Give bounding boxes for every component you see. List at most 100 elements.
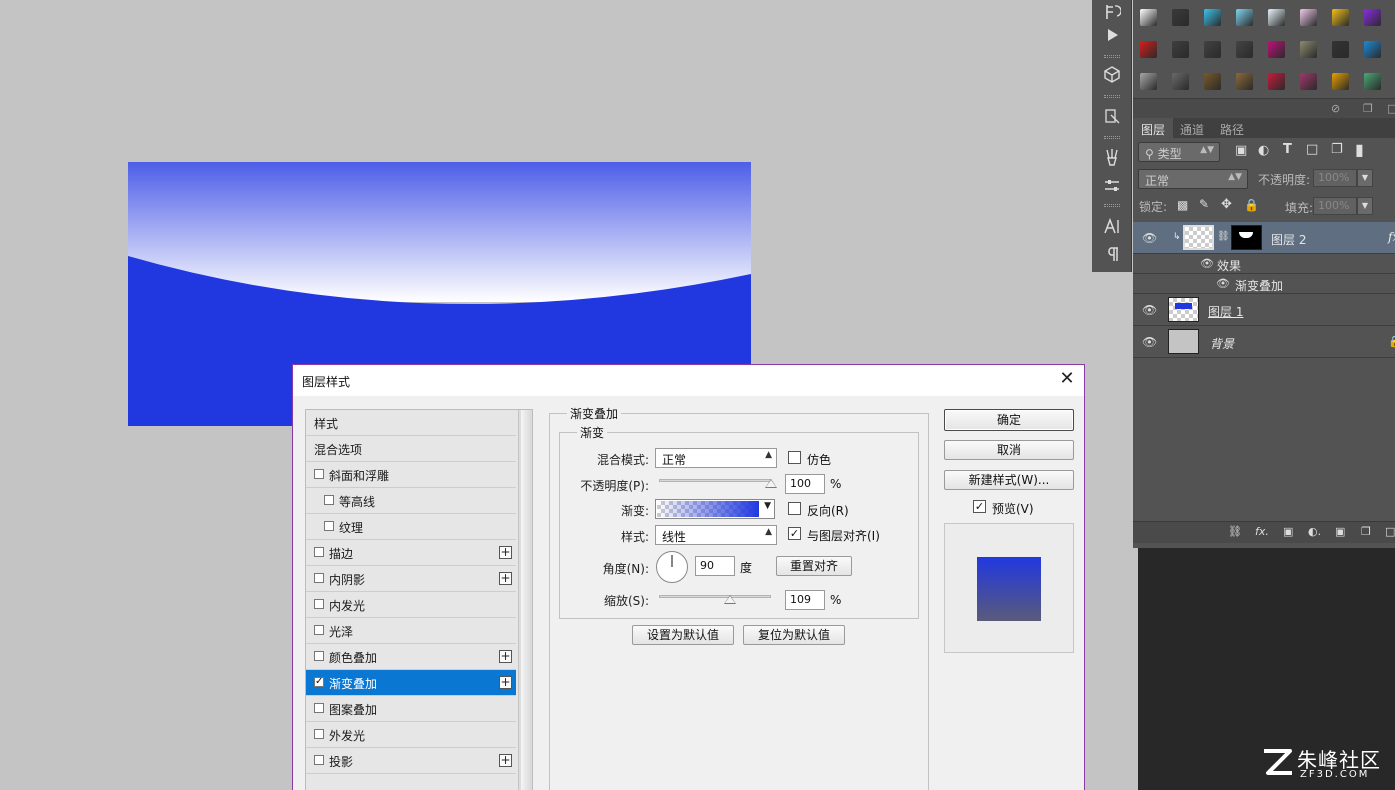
strip-grip[interactable] [1104, 136, 1120, 139]
layer-opacity-field[interactable]: 100% [1313, 169, 1357, 187]
style-swatch[interactable] [1268, 73, 1285, 90]
style-swatch[interactable] [1172, 41, 1189, 58]
visibility-eye-icon[interactable]: 👁 [1142, 303, 1157, 317]
style-checkbox[interactable] [314, 599, 324, 609]
play-action-icon[interactable] [1100, 23, 1124, 47]
style-list-item[interactable]: ✓ 渐变叠加 + [306, 670, 516, 696]
style-list-item[interactable]: 投影 + [306, 748, 516, 774]
tab-channels[interactable]: 通道 [1180, 121, 1204, 138]
reset-alignment-button[interactable]: 重置对齐 [776, 556, 852, 576]
effect-item-label[interactable]: 渐变叠加 [1235, 277, 1283, 294]
3d-icon[interactable] [1100, 62, 1124, 86]
style-list-item[interactable]: 图案叠加 [306, 696, 516, 722]
ok-button[interactable]: 确定 [944, 409, 1074, 431]
layer-fill-field[interactable]: 100% [1313, 197, 1357, 215]
opacity-dropdown-icon[interactable]: ▼ [1357, 169, 1373, 187]
gradient-dropdown-icon[interactable]: ▼ [764, 501, 771, 511]
add-instance-icon[interactable]: + [499, 650, 512, 663]
style-swatch[interactable] [1268, 9, 1285, 26]
scale-input[interactable]: 109 [785, 590, 825, 610]
layer-name[interactable]: 图层 2 [1271, 231, 1306, 248]
delete-style-icon[interactable]: □ [1387, 102, 1395, 115]
tab-layers[interactable]: 图层 [1141, 121, 1165, 138]
style-list-item[interactable]: 样式 [306, 410, 516, 436]
style-checkbox[interactable] [314, 755, 324, 765]
add-instance-icon[interactable]: + [499, 754, 512, 767]
blend-mode-select[interactable]: 正常 ▲ [655, 448, 777, 468]
adjustment-layer-icon[interactable]: ◐. [1308, 525, 1321, 538]
style-list-item[interactable]: 描边 + [306, 540, 516, 566]
layer-effect-item-row[interactable]: 👁 渐变叠加 [1133, 274, 1395, 294]
new-group-icon[interactable]: ▣ [1335, 525, 1345, 538]
style-checkbox[interactable] [314, 547, 324, 557]
style-checkbox[interactable] [314, 625, 324, 635]
effect-eye-icon[interactable]: 👁 [1216, 277, 1230, 290]
strip-grip[interactable] [1104, 55, 1120, 58]
dialog-titlebar[interactable]: 图层样式 ✕ [293, 365, 1084, 396]
layer-thumbnail[interactable] [1183, 225, 1214, 250]
style-swatch[interactable] [1236, 9, 1253, 26]
lock-paint-icon[interactable]: ✎ [1199, 197, 1209, 211]
style-list-scrollbar[interactable] [518, 410, 532, 790]
style-list-item[interactable]: 斜面和浮雕 [306, 462, 516, 488]
reset-to-default-button[interactable]: 复位为默认值 [743, 625, 845, 645]
style-list-item[interactable]: 等高线 [306, 488, 516, 514]
clear-style-icon[interactable]: ⊘ [1331, 102, 1340, 115]
dither-checkbox[interactable] [788, 451, 801, 464]
layer-row-layer2[interactable]: 👁 ↳ ⛓ 图层 2 fx [1133, 222, 1395, 254]
style-swatch[interactable] [1172, 9, 1189, 26]
lock-position-icon[interactable]: ✥ [1221, 197, 1232, 212]
scrollbar-thumb[interactable] [521, 410, 531, 790]
filter-toggle-icon[interactable]: ▮ [1355, 140, 1364, 159]
fx-badge[interactable]: fx [1388, 230, 1395, 244]
layer-filter-select[interactable]: ⚲ 类型 ▲▼ [1138, 142, 1220, 162]
preview-checkbox[interactable]: ✓ [973, 500, 986, 513]
style-swatch[interactable] [1332, 9, 1349, 26]
layer-row-background[interactable]: 👁 背景 🔒 [1133, 326, 1395, 358]
style-swatch[interactable] [1236, 41, 1253, 58]
style-list-item[interactable]: 光泽 [306, 618, 516, 644]
style-swatch[interactable] [1204, 73, 1221, 90]
layer-mask-thumbnail[interactable] [1231, 225, 1262, 250]
style-swatch[interactable] [1204, 41, 1221, 58]
gradient-style-select[interactable]: 线性 ▲ [655, 525, 777, 545]
character-icon[interactable] [1100, 214, 1124, 238]
add-instance-icon[interactable]: + [499, 676, 512, 689]
filter-adjustment-icon[interactable]: ◐ [1258, 143, 1269, 158]
new-style-button[interactable]: 新建样式(W)... [944, 470, 1074, 490]
style-list-item[interactable]: 外发光 [306, 722, 516, 748]
style-swatch[interactable] [1172, 73, 1189, 90]
gradient-picker[interactable]: ▼ [655, 499, 775, 519]
style-checkbox[interactable] [314, 703, 324, 713]
style-swatch[interactable] [1140, 9, 1157, 26]
cancel-button[interactable]: 取消 [944, 440, 1074, 460]
filter-image-icon[interactable]: ▣ [1235, 143, 1247, 158]
layer-blend-mode-select[interactable]: 正常 ▲▼ [1138, 169, 1248, 189]
scale-slider-knob[interactable] [723, 595, 736, 604]
style-swatch[interactable] [1268, 41, 1285, 58]
style-checkbox[interactable] [324, 521, 334, 531]
layer-thumbnail[interactable] [1168, 297, 1199, 322]
layer-name[interactable]: 图层 1 [1208, 303, 1243, 320]
visibility-eye-icon[interactable]: 👁 [1142, 335, 1157, 349]
style-list-item[interactable]: 混合选项 [306, 436, 516, 462]
tab-paths[interactable]: 路径 [1220, 121, 1244, 138]
style-list-item[interactable]: 内阴影 + [306, 566, 516, 592]
style-checkbox[interactable] [314, 729, 324, 739]
filter-smart-object-icon[interactable]: ❐ [1331, 142, 1343, 157]
add-style-icon[interactable]: fx. [1255, 525, 1269, 538]
style-checkbox[interactable]: ✓ [314, 677, 324, 687]
new-layer-icon[interactable]: ❐ [1361, 525, 1371, 538]
style-checkbox[interactable] [314, 573, 324, 583]
style-swatch[interactable] [1332, 41, 1349, 58]
angle-dial[interactable] [655, 550, 689, 584]
layer-name[interactable]: 背景 [1210, 335, 1234, 352]
opacity-slider-knob[interactable] [765, 479, 777, 488]
visibility-eye-icon[interactable]: 👁 [1142, 231, 1157, 245]
style-swatch[interactable] [1204, 9, 1221, 26]
style-list-item[interactable]: 纹理 [306, 514, 516, 540]
style-swatch[interactable] [1236, 73, 1253, 90]
opacity-slider-track[interactable] [659, 479, 771, 482]
scale-slider-track[interactable] [659, 595, 771, 598]
mask-link-icon[interactable]: ⛓ [1217, 231, 1230, 242]
